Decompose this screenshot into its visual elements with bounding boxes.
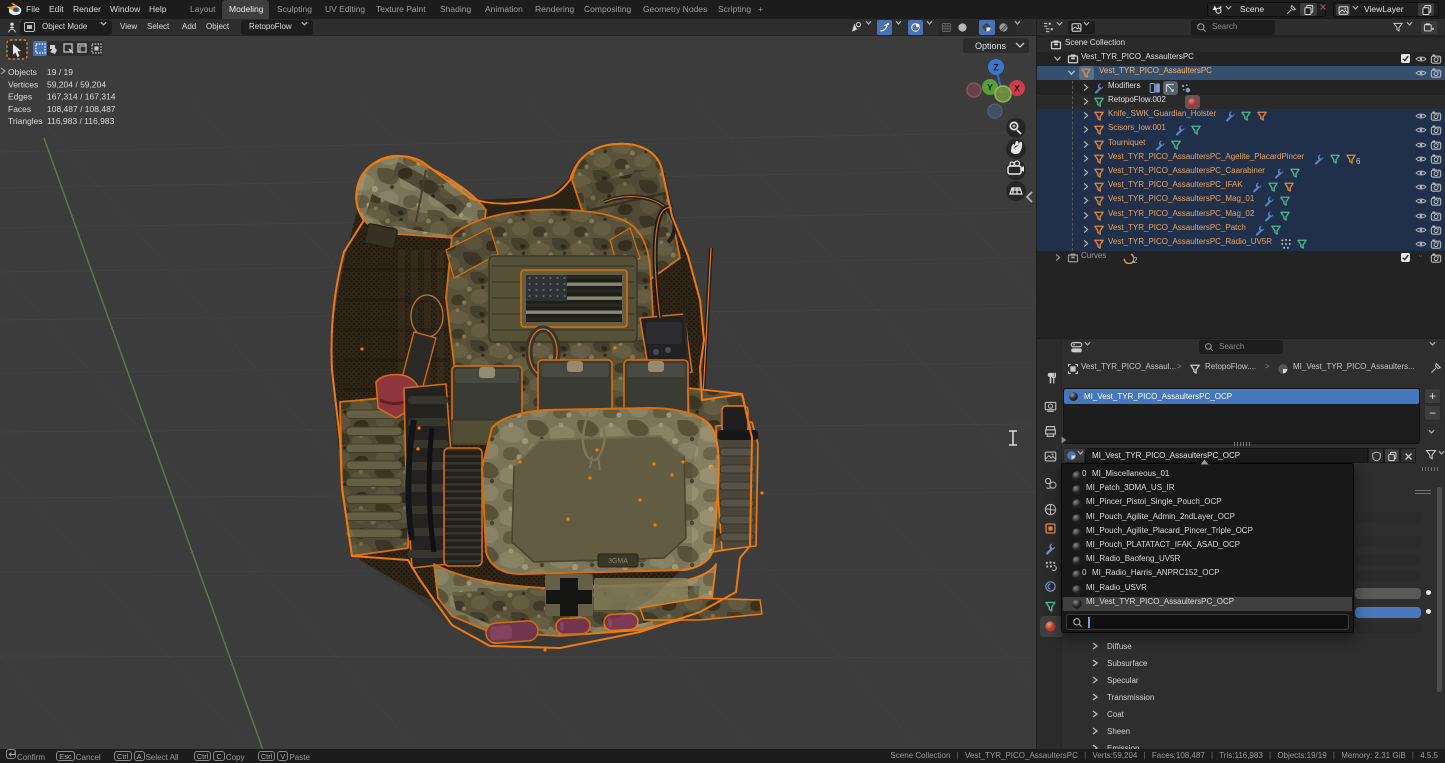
- svg-text:167,314 / 167,314: 167,314 / 167,314: [47, 92, 116, 102]
- svg-text:116,983 / 116,983: 116,983 / 116,983: [47, 116, 115, 126]
- svg-text:Vertices: Vertices: [8, 79, 38, 89]
- svg-text:Faces: Faces: [8, 104, 31, 114]
- svg-text:108,487 / 108,487: 108,487 / 108,487: [47, 104, 116, 114]
- svg-text:Edges: Edges: [8, 92, 32, 102]
- svg-text:Triangles: Triangles: [8, 116, 43, 126]
- svg-text:Z: Z: [993, 63, 999, 73]
- svg-text:19 / 19: 19 / 19: [47, 67, 73, 77]
- svg-text:X: X: [1014, 84, 1020, 94]
- svg-text:Options: Options: [975, 41, 1007, 51]
- svg-text:Y: Y: [987, 83, 993, 93]
- svg-text:59,204 / 59,204: 59,204 / 59,204: [47, 79, 106, 89]
- svg-text:Objects: Objects: [8, 67, 37, 77]
